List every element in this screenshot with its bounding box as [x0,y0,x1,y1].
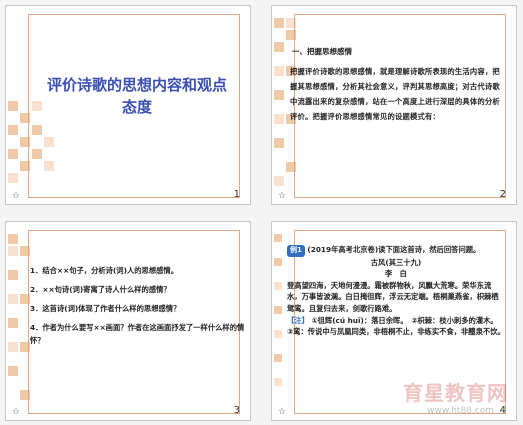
frame-line [294,197,506,198]
frame-line [28,14,240,15]
slide-1-thumbnail[interactable]: 评价诗歌的思想内容和观点态度 ☆ 1 [5,5,251,205]
frame-line [28,230,29,414]
poem-title: 古风(其三十九) [370,257,422,267]
list-item: 1．结合××句子，分析诗(词)人的思想感情。 [30,266,179,275]
list-item: 3．这首诗(词)体现了作者什么样的思想感情？ [30,304,181,313]
list-item: 4．作者为什么要写××画面？作者在这画面抒发了一样什么样的情怀？ [30,323,245,345]
frame-line [294,14,506,15]
watermark-logo: 育星教育网 [403,381,508,405]
slide-2-thumbnail[interactable]: 一、把握思想感情 把握评价诗歌的思想感情，就是理解诗歌所表现的生活内容，把握其思… [271,5,517,205]
list-item: 2．××句诗(词)寄寓了诗人什么样的感情？ [30,285,171,294]
poem-text: 登高望四海，天地何漫漫。霜被群物秋，风飘大荒寒。荣华东流水，万事皆波澜。白日掩徂… [287,280,499,313]
example-badge: 例1 [287,245,305,257]
frame-line [28,230,240,231]
slide-number: 2 [499,189,506,200]
frame-line [294,230,506,231]
frame-line [505,14,506,198]
note-text: ①徂辉(cú huī)：落日余晖。 ②枳棘：枝小刺多的灌木。 ③鸾：传说中与凤凰… [287,315,505,337]
example-content: 例1 (2019年高考北京卷)读下面这首诗，然后回答问题。 古风(其三十九) 李… [287,244,505,338]
frame-line [239,14,240,198]
question-list: 1．结合××句子，分析诗(词)人的思想感情。 2．××句诗(词)寄寓了诗人什么样… [30,264,245,353]
section-body: 把握评价诗歌的思想感情，就是理解诗歌所表现的生活内容，把握其思想感情，分析其社会… [290,67,500,121]
slide-number: 4 [499,405,506,416]
star-icon: ☆ [278,191,287,201]
example-intro: (2019年高考北京卷)读下面这首诗，然后回答问题。 [307,245,481,254]
frame-line [28,14,29,198]
star-icon: ☆ [278,407,287,417]
section-heading: 一、把握思想感情 [292,47,352,56]
slide-3-thumbnail[interactable]: 1．结合××句子，分析诗(词)人的思想感情。 2．××句诗(词)寄寓了诗人什么样… [5,221,251,421]
slide-number: 1 [233,189,240,200]
note-tag: 【注】 [287,315,309,325]
star-icon: ☆ [12,407,21,417]
slide-title: 评价诗歌的思想内容和观点态度 [46,76,227,116]
slide-4-thumbnail[interactable]: 例1 (2019年高考北京卷)读下面这首诗，然后回答问题。 古风(其三十九) 李… [271,221,517,421]
star-icon: ☆ [12,191,21,201]
watermark-url: www.ht88.com [427,406,494,416]
slide-number: 3 [233,405,240,416]
frame-line [28,197,240,198]
frame-line [28,413,240,414]
poem-author: 李 白 [385,269,407,279]
